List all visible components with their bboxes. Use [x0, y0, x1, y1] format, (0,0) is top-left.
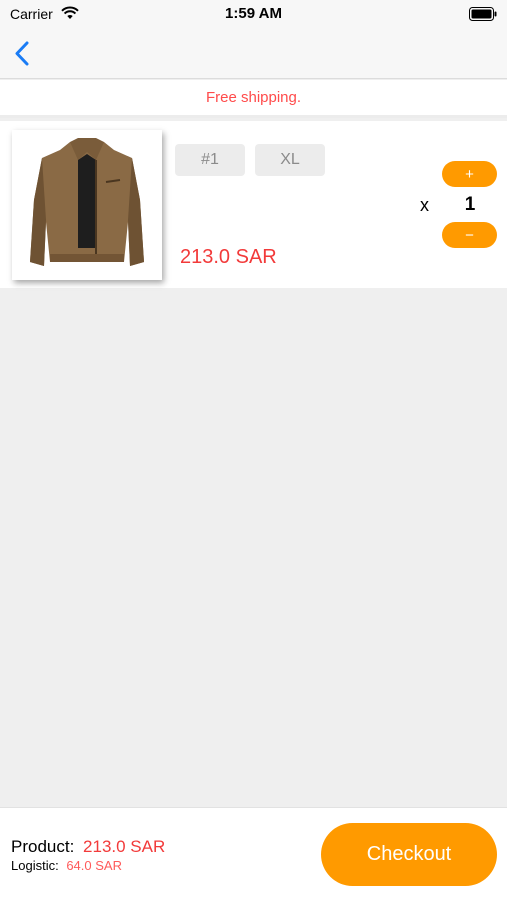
increase-quantity-button[interactable]: +: [442, 161, 497, 187]
quantity-value: 1: [464, 194, 476, 215]
variant-number-chip: #1: [175, 144, 245, 176]
back-button[interactable]: [12, 40, 36, 68]
quantity-multiplier: x: [420, 195, 429, 215]
logistic-label: Logistic:: [11, 858, 59, 873]
cart-screen: Carrier 1:59 AM Free shipping. #1 XL 213…: [0, 0, 507, 900]
product-image[interactable]: [12, 130, 162, 280]
decrease-quantity-button[interactable]: −: [442, 222, 497, 248]
status-bar: Carrier 1:59 AM: [0, 0, 507, 30]
product-total-value: 213.0 SAR: [83, 837, 166, 856]
logistic-value: 64.0 SAR: [66, 858, 122, 873]
product-total-row: Product: 213.0 SAR: [11, 837, 165, 857]
free-shipping-text: Free shipping.: [205, 89, 302, 106]
battery-icon: [469, 7, 497, 26]
cart-item: #1 XL 213.0 SAR + x 1 −: [0, 121, 507, 288]
navigation-bar: [0, 30, 507, 79]
clock-time: 1:59 AM: [225, 5, 282, 22]
logistic-row: Logistic: 64.0 SAR: [11, 858, 122, 873]
item-price: 213.0 SAR: [180, 246, 277, 268]
checkout-footer: Product: 213.0 SAR Logistic: 64.0 SAR Ch…: [0, 807, 507, 900]
chevron-left-icon: [15, 41, 29, 66]
product-total-label: Product:: [11, 837, 75, 856]
shipping-banner: Free shipping.: [0, 80, 507, 118]
size-chip: XL: [255, 144, 325, 176]
checkout-button[interactable]: Checkout: [321, 823, 497, 886]
